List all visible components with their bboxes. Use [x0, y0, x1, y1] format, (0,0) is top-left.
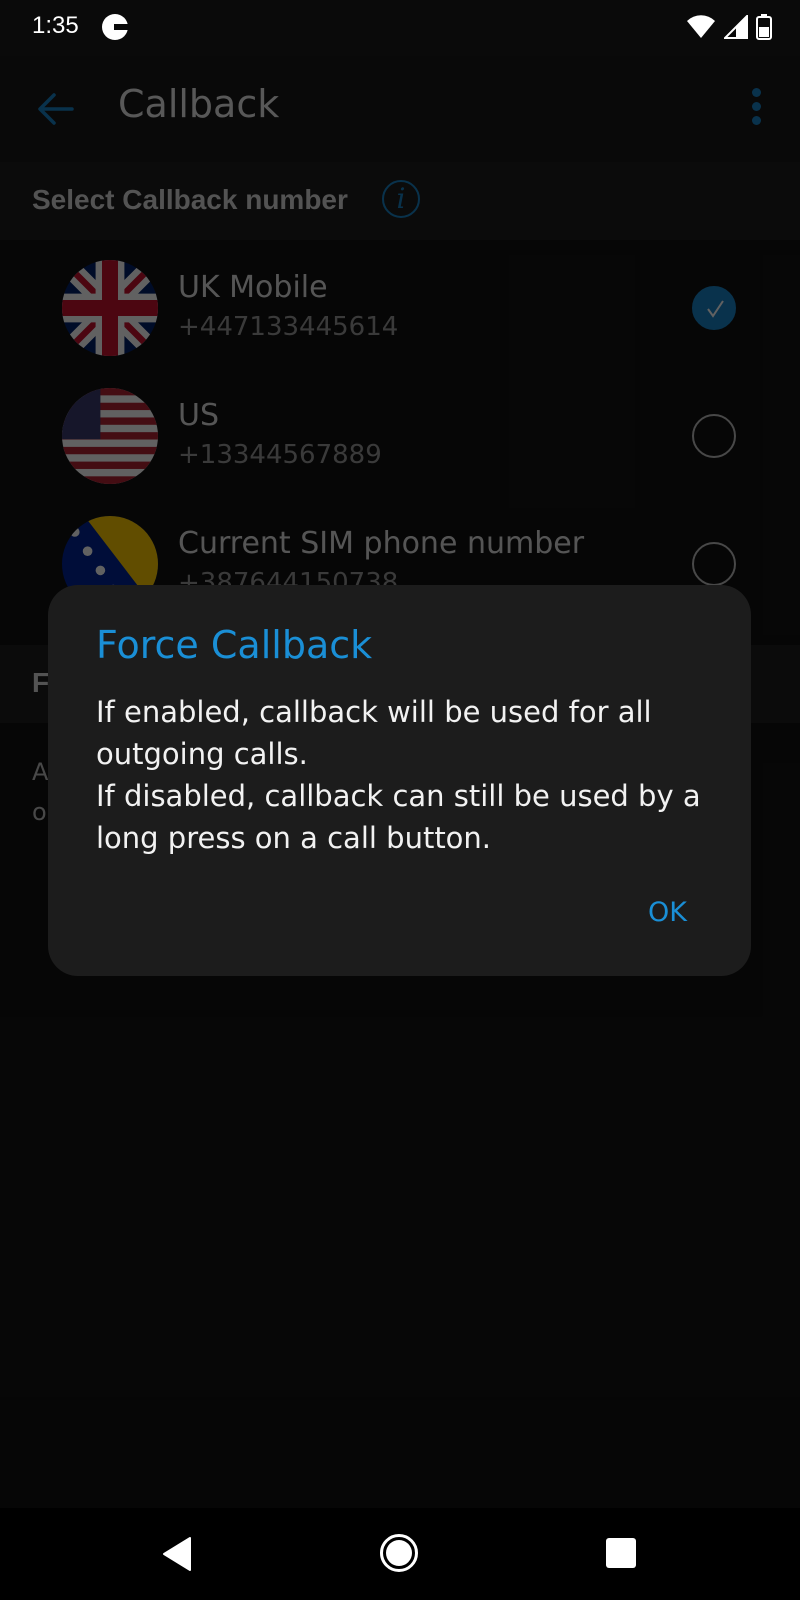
- wifi-icon: [687, 15, 715, 38]
- cell-signal-icon: [724, 15, 748, 39]
- ok-button[interactable]: OK: [648, 897, 687, 928]
- home-icon[interactable]: [380, 1534, 418, 1572]
- status-bar: 1:35: [0, 0, 800, 56]
- navigation-bar: [0, 1508, 800, 1600]
- force-callback-dialog: Force Callback If enabled, callback will…: [48, 585, 751, 976]
- dialog-message-line: If enabled, callback will be used for al…: [96, 695, 652, 771]
- back-icon[interactable]: [162, 1536, 192, 1572]
- status-icons: [686, 14, 772, 40]
- status-time: 1:35: [32, 12, 79, 39]
- dialog-message: If enabled, callback will be used for al…: [96, 691, 716, 859]
- dialog-message-line: If disabled, callback can still be used …: [96, 779, 701, 855]
- google-icon: [102, 14, 128, 40]
- battery-icon: [756, 14, 772, 40]
- recents-icon[interactable]: [606, 1538, 636, 1568]
- dialog-title: Force Callback: [96, 623, 373, 667]
